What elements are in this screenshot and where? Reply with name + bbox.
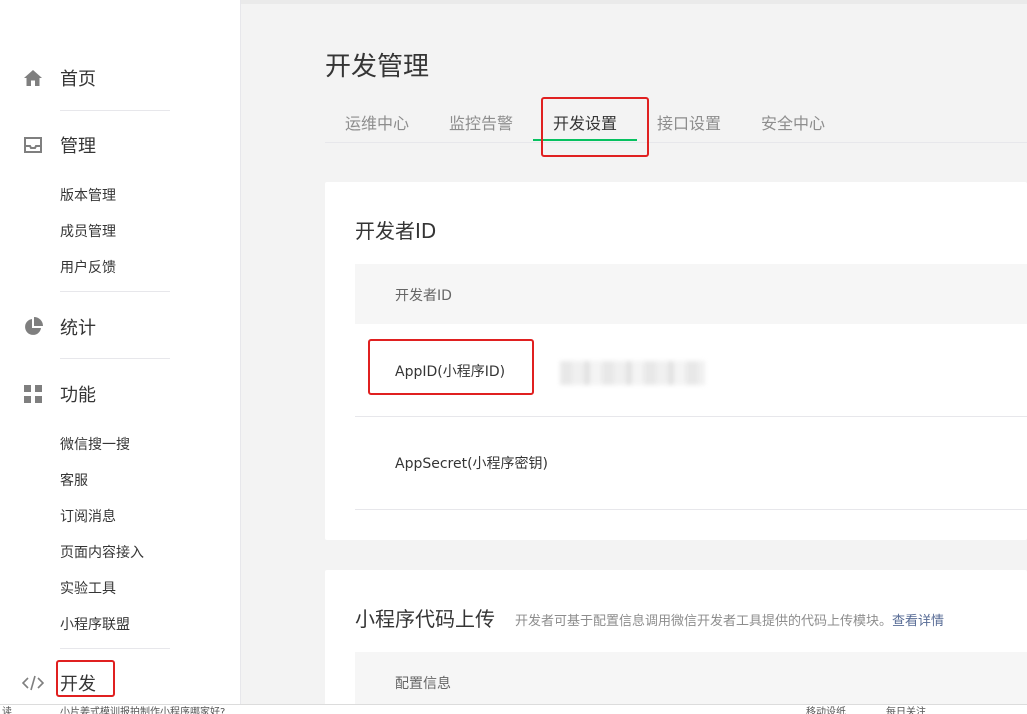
pie-chart-icon [22,316,44,338]
tab-ops-center[interactable]: 运维中心 [345,110,409,134]
sidebar-divider [60,648,170,649]
sidebar-item-experiment-tools[interactable]: 实验工具 [60,578,116,598]
sidebar-item-version-manage[interactable]: 版本管理 [60,185,116,205]
inbox-icon [22,134,44,156]
sidebar-divider [60,291,170,292]
sidebar: 首页 管理 版本管理 成员管理 用户反馈 统计 功能 微信搜一搜 客服 订阅消息… [0,0,241,713]
grid-icon [22,383,44,405]
appsecret-label: AppSecret(小程序密钥) [395,456,549,472]
tab-api-settings[interactable]: 接口设置 [657,110,721,134]
sidebar-item-member-manage[interactable]: 成员管理 [60,221,116,241]
sidebar-item-wechat-search[interactable]: 微信搜一搜 [60,434,130,454]
appid-value-redacted[interactable] [560,361,705,385]
sidebar-item-features[interactable]: 功能 [22,380,96,408]
tab-bar: 运维中心 监控告警 开发设置 接口设置 安全中心 [325,100,1027,143]
home-icon [22,67,44,89]
sidebar-item-label: 首页 [60,69,96,90]
highlight-box-appid [368,339,534,395]
sidebar-item-label: 功能 [60,385,96,406]
sidebar-divider [60,358,170,359]
sidebar-divider [60,110,170,111]
sidebar-item-customer-service[interactable]: 客服 [60,470,88,490]
sidebar-item-manage[interactable]: 管理 [22,131,96,159]
sidebar-item-user-feedback[interactable]: 用户反馈 [60,257,116,277]
sidebar-item-stats[interactable]: 统计 [22,313,96,341]
code-icon [22,672,44,694]
page-title: 开发管理 [325,52,430,82]
card-title: 小程序代码上传 [355,607,495,631]
view-details-link[interactable]: 查看详情 [892,614,944,629]
table-header-label: 开发者ID [395,288,452,304]
table-row-appsecret: AppSecret(小程序密钥) [355,417,1027,510]
sidebar-item-page-content[interactable]: 页面内容接入 [60,542,144,562]
highlight-box-dev [56,660,115,697]
upload-hint: 开发者可基于配置信息调用微信开发者工具提供的代码上传模块。查看详情 [515,610,944,629]
code-upload-card: 小程序代码上传 开发者可基于配置信息调用微信开发者工具提供的代码上传模块。查看详… [325,570,1027,712]
table-header: 开发者ID [355,264,1027,324]
tab-security-center[interactable]: 安全中心 [761,110,825,134]
card-title: 开发者ID [355,219,437,243]
upload-hint-text: 开发者可基于配置信息调用微信开发者工具提供的代码上传模块。 [515,614,893,629]
table-header: 配置信息 [355,652,1027,712]
table-header-label: 配置信息 [395,676,451,692]
sidebar-item-mini-program-alliance[interactable]: 小程序联盟 [60,614,130,634]
sidebar-item-label: 管理 [60,136,96,157]
highlight-box-dev-settings-tab [541,97,649,157]
sidebar-item-label: 统计 [60,318,96,339]
tab-monitoring-alerts[interactable]: 监控告警 [449,110,513,134]
sidebar-item-subscribe-message[interactable]: 订阅消息 [60,506,116,526]
sidebar-item-home[interactable]: 首页 [22,64,96,92]
